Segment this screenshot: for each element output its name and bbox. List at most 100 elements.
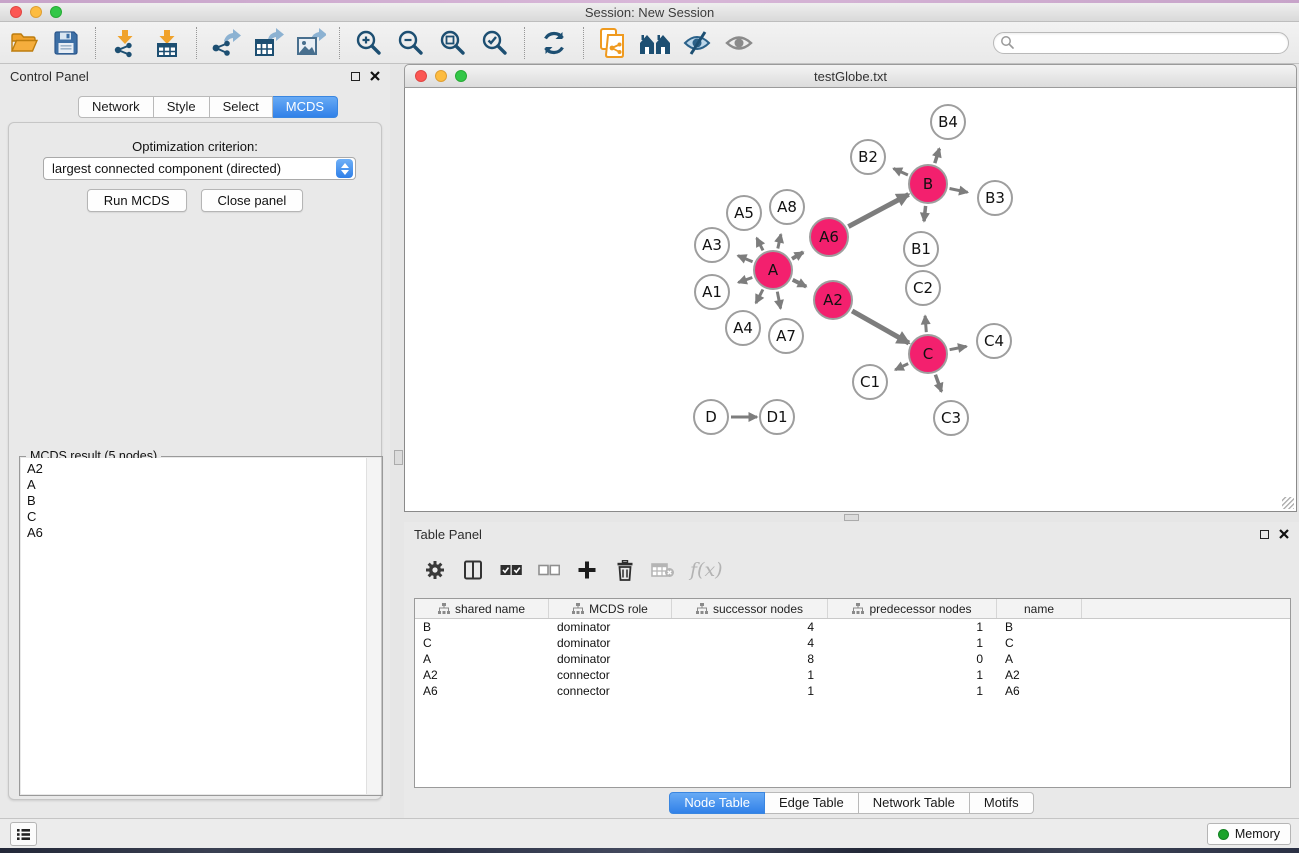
node-A6[interactable]: A6 (810, 218, 848, 256)
table-row[interactable]: Cdominator41C (415, 635, 1290, 651)
table-cell[interactable]: A (415, 651, 549, 667)
zoom-selected-icon[interactable] (477, 25, 513, 61)
node-B1[interactable]: B1 (904, 232, 938, 266)
home-view-icon[interactable] (637, 25, 673, 61)
node-A4[interactable]: A4 (726, 311, 760, 345)
edge-A-A1[interactable] (738, 278, 752, 283)
window-resize-grip[interactable] (1282, 497, 1294, 509)
tab-select[interactable]: Select (210, 96, 273, 118)
select-all-checkboxes-icon[interactable] (498, 557, 524, 583)
table-row[interactable]: A2connector11A2 (415, 667, 1290, 683)
save-session-icon[interactable] (48, 25, 84, 61)
table-cell[interactable]: 4 (672, 619, 828, 635)
table-cell[interactable]: 1 (828, 667, 997, 683)
node-A5[interactable]: A5 (727, 196, 761, 230)
tab-style[interactable]: Style (154, 96, 210, 118)
add-column-icon[interactable] (574, 557, 600, 583)
export-image-icon[interactable] (292, 25, 328, 61)
edge-B-B1[interactable] (924, 206, 926, 221)
settings-gear-icon[interactable] (422, 557, 448, 583)
task-history-button[interactable] (10, 822, 37, 846)
column-header-successor-nodes[interactable]: successor nodes (672, 599, 828, 618)
edge-A-A5[interactable] (757, 238, 763, 250)
zoom-in-icon[interactable] (351, 25, 387, 61)
table-cell[interactable]: dominator (549, 635, 672, 651)
horizontal-splitter-handle[interactable] (844, 514, 859, 521)
edge-B-B2[interactable] (894, 169, 908, 176)
table-cell[interactable]: A2 (415, 667, 549, 683)
node-C3[interactable]: C3 (934, 401, 968, 435)
node-table[interactable]: shared nameMCDS rolesuccessor nodesprede… (414, 598, 1291, 788)
node-A1[interactable]: A1 (695, 275, 729, 309)
edge-A-A3[interactable] (738, 256, 753, 262)
table-cell[interactable]: A2 (997, 667, 1082, 683)
edge-A2-C[interactable] (852, 311, 909, 343)
criterion-dropdown[interactable]: largest connected component (directed) (43, 157, 356, 180)
node-A7[interactable]: A7 (769, 319, 803, 353)
mcds-result-item[interactable]: A2 (21, 461, 381, 477)
node-C4[interactable]: C4 (977, 324, 1011, 358)
tab-edge-table[interactable]: Edge Table (765, 792, 859, 814)
node-C1[interactable]: C1 (853, 365, 887, 399)
birds-eye-view-icon[interactable] (721, 25, 757, 61)
tab-network-table[interactable]: Network Table (859, 792, 970, 814)
column-header-shared-name[interactable]: shared name (415, 599, 549, 618)
run-mcds-button[interactable]: Run MCDS (87, 189, 187, 212)
node-A8[interactable]: A8 (770, 190, 804, 224)
edge-A-A6[interactable] (792, 252, 803, 259)
column-header-MCDS-role[interactable]: MCDS role (549, 599, 672, 618)
table-cell[interactable]: C (415, 635, 549, 651)
table-cell[interactable]: 1 (672, 667, 828, 683)
column-header-predecessor-nodes[interactable]: predecessor nodes (828, 599, 997, 618)
close-panel-icon[interactable] (370, 71, 380, 81)
deselect-all-checkboxes-icon[interactable] (536, 557, 562, 583)
table-cell[interactable]: A (997, 651, 1082, 667)
table-cell[interactable]: B (415, 619, 549, 635)
table-cell[interactable]: A6 (415, 683, 549, 699)
node-C[interactable]: C (909, 335, 947, 373)
edge-C-C1[interactable] (895, 364, 908, 370)
edge-B-B3[interactable] (950, 189, 968, 193)
edge-C-C2[interactable] (925, 316, 926, 332)
table-row[interactable]: A6connector11A6 (415, 683, 1290, 699)
tab-node-table[interactable]: Node Table (669, 792, 765, 814)
table-cell[interactable]: 8 (672, 651, 828, 667)
hide-graphics-details-icon[interactable] (679, 25, 715, 61)
zoom-out-icon[interactable] (393, 25, 429, 61)
network-graph[interactable]: AA1A2A3A4A5A6A7A8BB1B2B3B4CC1C2C3C4DD1 (405, 88, 1296, 510)
node-B[interactable]: B (909, 165, 947, 203)
export-table-icon[interactable] (250, 25, 286, 61)
open-file-icon[interactable] (6, 25, 42, 61)
table-cell[interactable]: 1 (672, 683, 828, 699)
mcds-result-item[interactable]: B (21, 493, 381, 509)
float-table-panel-icon[interactable] (1260, 530, 1269, 539)
delete-table-icon[interactable] (650, 557, 676, 583)
export-network-icon[interactable] (208, 25, 244, 61)
close-panel-button[interactable]: Close panel (201, 189, 304, 212)
network-canvas[interactable]: AA1A2A3A4A5A6A7A8BB1B2B3B4CC1C2C3C4DD1 (404, 88, 1297, 512)
node-A3[interactable]: A3 (695, 228, 729, 262)
delete-column-icon[interactable] (612, 557, 638, 583)
search-input[interactable] (1015, 34, 1288, 52)
edge-A-A2[interactable] (793, 280, 807, 287)
table-cell[interactable]: C (997, 635, 1082, 651)
node-C2[interactable]: C2 (906, 271, 940, 305)
table-cell[interactable]: connector (549, 667, 672, 683)
table-cell[interactable]: 1 (828, 635, 997, 651)
edge-C-C3[interactable] (935, 375, 941, 392)
node-B4[interactable]: B4 (931, 105, 965, 139)
function-builder-icon[interactable]: f(x) (690, 559, 723, 581)
edge-A-A4[interactable] (756, 290, 763, 304)
refresh-icon[interactable] (536, 25, 572, 61)
edge-A-A7[interactable] (777, 292, 780, 309)
edge-C-C4[interactable] (950, 346, 967, 349)
node-A2[interactable]: A2 (814, 281, 852, 319)
table-cell[interactable]: 0 (828, 651, 997, 667)
node-B2[interactable]: B2 (851, 140, 885, 174)
column-header-name[interactable]: name (997, 599, 1082, 618)
table-row[interactable]: Adominator80A (415, 651, 1290, 667)
tab-mcds[interactable]: MCDS (273, 96, 338, 118)
edge-B-B4[interactable] (935, 149, 940, 164)
table-cell[interactable]: 4 (672, 635, 828, 651)
mcds-result-item[interactable]: A6 (21, 525, 381, 541)
